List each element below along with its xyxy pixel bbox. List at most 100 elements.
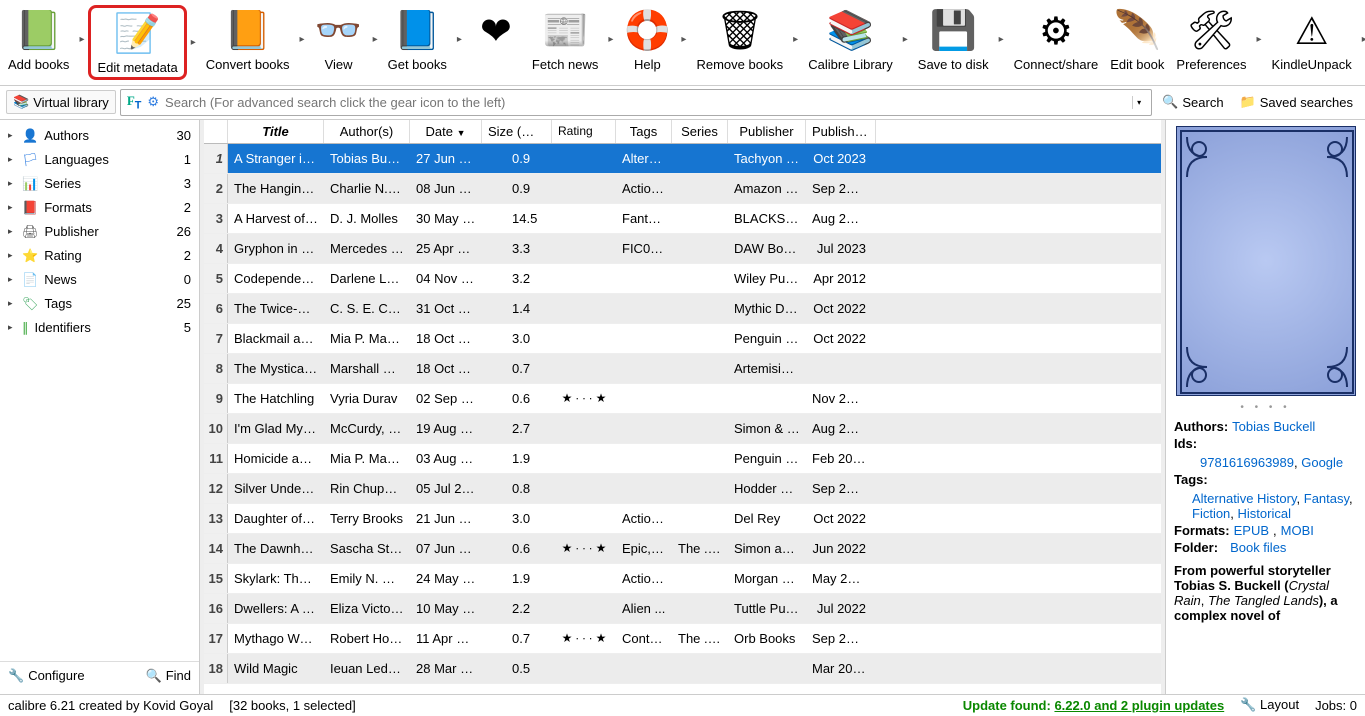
tag-link[interactable]: Historical [1238,506,1291,521]
news-icon: 📄 [22,272,38,288]
edit-metadata-dropdown[interactable]: ▸ [187,37,200,48]
gear-icon[interactable]: ⚙ [147,94,159,110]
sidebar-item-rating[interactable]: ▸⭐Rating2 [0,244,199,268]
cell-size: 1.9 [482,571,552,586]
convert-books-button[interactable]: 📙Convert books [200,5,296,74]
table-row[interactable]: 13Daughter of Da...Terry Brooks21 Jun 20… [204,504,1161,534]
col-date[interactable]: Date ▼ [410,120,482,143]
kindle-unpack-button[interactable]: ⚠KindleUnpack [1266,5,1358,74]
format-link[interactable]: MOBI [1281,523,1314,538]
edit-book-button[interactable]: 🪶Edit book [1104,5,1170,74]
table-row[interactable]: 16Dwellers: A No...Eliza Victoria10 May … [204,594,1161,624]
table-row[interactable]: 8The Mystical M...Marshall Rya...18 Oct … [204,354,1161,384]
col-tags[interactable]: Tags [616,120,672,143]
tag-link[interactable]: Alternative History [1192,491,1297,506]
connect-share-button[interactable]: ⚙Connect/share [1008,5,1105,74]
table-row[interactable]: 17Mythago WoodRobert Holds...11 Apr 20..… [204,624,1161,654]
get-books-dropdown[interactable]: ▸ [453,34,466,45]
fetch-news-button[interactable]: 📰Fetch news [526,5,604,74]
sidebar-item-label: Formats [44,200,92,215]
sidebar-item-formats[interactable]: ▸📕Formats2 [0,196,199,220]
col-series[interactable]: Series [672,120,728,143]
cover-image[interactable] [1176,126,1356,396]
get-books-button[interactable]: 📘Get books [382,5,453,74]
table-row[interactable]: 4Gryphon in Lig...Mercedes La...25 Apr 2… [204,234,1161,264]
search-dropdown[interactable]: ▾ [1132,96,1145,109]
add-books-button[interactable]: 📗Add books [2,5,75,74]
table-row[interactable]: 18Wild MagicIeuan Ledger28 Mar 2...0.5Ma… [204,654,1161,684]
table-row[interactable]: 12Silver Under Ni...Rin Chupeco05 Jul 20… [204,474,1161,504]
id-link[interactable]: 9781616963989 [1200,455,1294,470]
help-dropdown[interactable]: ▸ [677,34,690,45]
grid-body[interactable]: 1A Stranger in th...Tobias Buckell27 Jun… [204,144,1161,694]
calibre-library-dropdown[interactable]: ▸ [899,34,912,45]
edit-metadata-button[interactable]: 📝Edit metadata [88,5,186,80]
find-button[interactable]: 🔍 Find [146,668,191,684]
author-link[interactable]: Tobias Buckell [1232,419,1315,434]
saved-searches-button[interactable]: 📁 Saved searches [1234,92,1359,112]
update-notice[interactable]: Update found: 6.22.0 and 2 plugin update… [963,698,1224,713]
format-link[interactable]: EPUB [1234,523,1269,538]
col-title[interactable]: Title [228,120,324,143]
remove-books-button[interactable]: 🗑Remove books [690,5,789,74]
authors-label: Authors: [1174,419,1228,434]
col-publisher[interactable]: Publisher [728,120,806,143]
saved-searches-label: Saved searches [1260,95,1353,110]
col-rating[interactable]: Rating [552,120,616,143]
convert-books-dropdown[interactable]: ▸ [296,34,309,45]
cell-rating: ★ ∙ ∙ ∙ ★ [552,541,616,555]
col-author[interactable]: Author(s) [324,120,410,143]
sidebar-item-label: Rating [44,248,82,263]
configure-button[interactable]: 🔧 Configure [8,668,85,684]
id-link[interactable]: Google [1301,455,1343,470]
cell-size: 0.7 [482,361,552,376]
preferences-button[interactable]: 🛠Preferences [1170,5,1252,74]
layout-button[interactable]: 🔧 Layout [1240,697,1299,713]
add-books-dropdown[interactable]: ▸ [75,34,88,45]
heart-button[interactable]: ❤ [466,5,526,59]
tag-link[interactable]: Fiction [1192,506,1230,521]
table-row[interactable]: 3A Harvest of As...D. J. Molles30 May 2.… [204,204,1161,234]
sidebar-item-languages[interactable]: ▸🏳Languages1 [0,148,199,172]
jobs-indicator[interactable]: Jobs: 0 [1315,698,1357,713]
table-row[interactable]: 9The HatchlingVyria Durav02 Sep 20...0.6… [204,384,1161,414]
tag-link[interactable]: Fantasy [1304,491,1349,506]
drag-handle[interactable]: • • • • [1166,402,1365,413]
table-row[interactable]: 7Blackmail and ...Mia P. Mana...18 Oct 2… [204,324,1161,354]
col-published[interactable]: Published [806,120,876,143]
col-size[interactable]: Size (MB) [482,120,552,143]
view-button[interactable]: 👓View [309,5,369,74]
save-disk-dropdown[interactable]: ▸ [995,34,1008,45]
table-row[interactable]: 6The Twice-Dro...C. S. E. Cooney31 Oct 2… [204,294,1161,324]
sidebar-item-authors[interactable]: ▸👤Authors30 [0,124,199,148]
save-disk-button[interactable]: 💾Save to disk [912,5,995,74]
search-input[interactable] [165,95,1126,110]
view-dropdown[interactable]: ▸ [369,34,382,45]
search-button[interactable]: 🔍 Search [1156,92,1229,112]
table-row[interactable]: 2The Hanging CityCharlie N. Ho...08 Jun … [204,174,1161,204]
folder-link[interactable]: Book files [1230,540,1286,555]
virtual-library-button[interactable]: 📚 Virtual library [6,90,116,114]
sidebar-item-identifiers[interactable]: ▸∥Identifiers5 [0,316,199,340]
fulltext-icon[interactable]: FT [127,93,142,112]
row-number: 18 [204,654,228,683]
table-row[interactable]: 11Homicide and ...Mia P. Mana...03 Aug 2… [204,444,1161,474]
table-row[interactable]: 1A Stranger in th...Tobias Buckell27 Jun… [204,144,1161,174]
cell-publisher: Morgan Ja... [728,571,806,586]
sidebar-item-news[interactable]: ▸📄News0 [0,268,199,292]
sidebar-item-publisher[interactable]: ▸🖨Publisher26 [0,220,199,244]
table-row[interactable]: 10I'm Glad My M...McCurdy, Je...19 Aug 2… [204,414,1161,444]
table-row[interactable]: 15Skylark: The Dr...Emily N. Mad...24 Ma… [204,564,1161,594]
remove-books-dropdown[interactable]: ▸ [789,34,802,45]
calibre-library-button[interactable]: 📚Calibre Library [802,5,899,74]
table-row[interactable]: 14The DawnhoundsSascha Stron...07 Jun 20… [204,534,1161,564]
fetch-news-dropdown[interactable]: ▸ [604,34,617,45]
preferences-dropdown[interactable]: ▸ [1253,34,1266,45]
table-row[interactable]: 5CodependencyDarlene Lanc...04 Nov 2...3… [204,264,1161,294]
cell-size: 0.5 [482,661,552,676]
kindle-unpack-dropdown[interactable]: ▸ [1358,34,1365,45]
formats-icon: 📕 [22,200,38,216]
sidebar-item-series[interactable]: ▸📊Series3 [0,172,199,196]
help-button[interactable]: 🛟Help [617,5,677,74]
sidebar-item-tags[interactable]: ▸🏷Tags25 [0,292,199,316]
